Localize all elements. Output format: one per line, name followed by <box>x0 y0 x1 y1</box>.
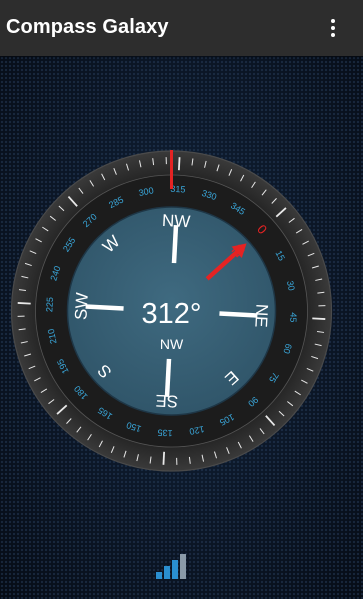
direction-bar <box>171 225 179 264</box>
more-vert-icon[interactable] <box>322 14 344 42</box>
cardinal-label-nw: NW <box>162 211 191 231</box>
degree-label: 45 <box>288 312 299 323</box>
heading-direction: NW <box>160 336 184 352</box>
direction-bar <box>164 358 172 397</box>
outer-tick <box>162 451 166 465</box>
outer-tick <box>17 302 31 305</box>
direction-bar <box>219 311 258 318</box>
cardinal-label-ne: NE <box>251 303 271 328</box>
heading-value: 312° <box>142 298 202 330</box>
app-title: Compass Galaxy <box>6 16 169 38</box>
app-toolbar: Compass Galaxy <box>0 0 363 56</box>
app-screen: Compass Galaxy 15 30 45 60 75 90 105 120 135 150 1… <box>0 0 363 599</box>
signal-strength-icon <box>156 553 188 579</box>
compass-dial: 1530456075901051201351501651801952102252… <box>10 150 333 472</box>
outer-tick <box>312 317 326 320</box>
direction-bar <box>85 304 124 311</box>
outer-tick <box>177 157 181 171</box>
degree-label: 30 <box>285 280 297 292</box>
degree-label: 135 <box>157 427 173 438</box>
cardinal-label-se: SE <box>155 391 179 411</box>
cardinal-label-sw: SW <box>71 292 91 320</box>
degree-label: 225 <box>44 297 55 313</box>
